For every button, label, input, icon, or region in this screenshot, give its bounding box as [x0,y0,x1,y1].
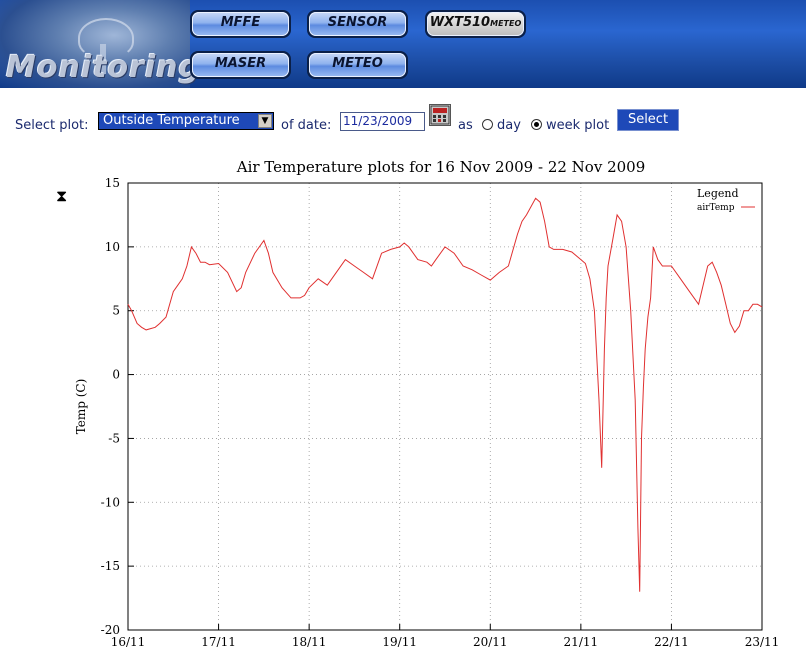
x-tick-label: 16/11 [111,635,146,649]
y-axis: -20-15-10-5051015 [101,176,134,637]
nav-button-maser[interactable]: MASER [190,51,291,79]
plot-frame [127,182,763,631]
y-tick-label: 0 [112,368,120,382]
nav-button-label: WXT510METEO [427,12,524,36]
nav-button-wxt510[interactable]: WXT510METEO [425,10,526,38]
plot-select-value: Outside Temperature [103,113,240,128]
nav-button-label: MASER [192,53,289,77]
week-plot-label: week plot [546,118,610,133]
x-tick-label: 21/11 [564,635,599,649]
x-tick-label: 23/11 [745,635,780,649]
select-plot-label: Select plot: [15,118,89,133]
x-axis: 16/11 17/11 18/11 19/11 20/11 21/11 22/11 23/11 [111,624,780,649]
series-line-airTemp [127,197,763,592]
nav-button-mffe[interactable]: MFFE [190,10,291,38]
nav-button-label: SENSOR [309,12,406,36]
x-tick-label: 22/11 [654,635,689,649]
y-axis-label: Temp (C) [74,379,88,435]
legend-title: Legend [697,187,739,200]
nav-button-label: MFFE [192,12,289,36]
x-tick-label: 18/11 [292,635,327,649]
header-banner: Monitoring : MFFE SENSOR WXT510METEO MAS… [0,0,806,88]
of-date-label: of date: [281,118,332,133]
radio-day[interactable] [482,119,493,130]
y-tick-label: 15 [105,176,120,190]
x-tick-label: 17/11 [201,635,236,649]
y-tick-label: -10 [101,495,120,509]
nav-button-sensor[interactable]: SENSOR [307,10,408,38]
chart-title: Air Temperature plots for 16 Nov 2009 - … [236,158,646,176]
y-tick-label: -5 [108,431,120,445]
date-input[interactable]: 11/23/2009 [340,112,425,131]
radio-week[interactable] [531,119,542,130]
nav-button-label: METEO [309,53,406,77]
x-tick-label: 19/11 [382,635,417,649]
select-button[interactable]: Select [617,109,679,131]
x-tick-label: 20/11 [473,635,508,649]
y-tick-label: -15 [101,559,120,573]
chart-legend: Legend airTemp [697,187,755,213]
temperature-chart: Air Temperature plots for 16 Nov 2009 - … [74,158,780,649]
nav-button-main: WXT510 [429,15,491,30]
y-tick-label: 10 [105,240,120,254]
nav-button-sub: METEO [490,19,522,28]
as-label: as [458,118,473,133]
chart-series [127,197,763,592]
calendar-icon[interactable] [429,104,451,126]
chart-grid [128,183,762,630]
legend-item-label: airTemp [697,203,735,213]
nav-button-meteo[interactable]: METEO [307,51,408,79]
plot-select[interactable]: Outside Temperature ▼ [98,112,274,130]
day-label: day [497,118,521,133]
y-tick-label: 5 [112,304,120,318]
chevron-down-icon[interactable]: ▼ [258,114,272,128]
